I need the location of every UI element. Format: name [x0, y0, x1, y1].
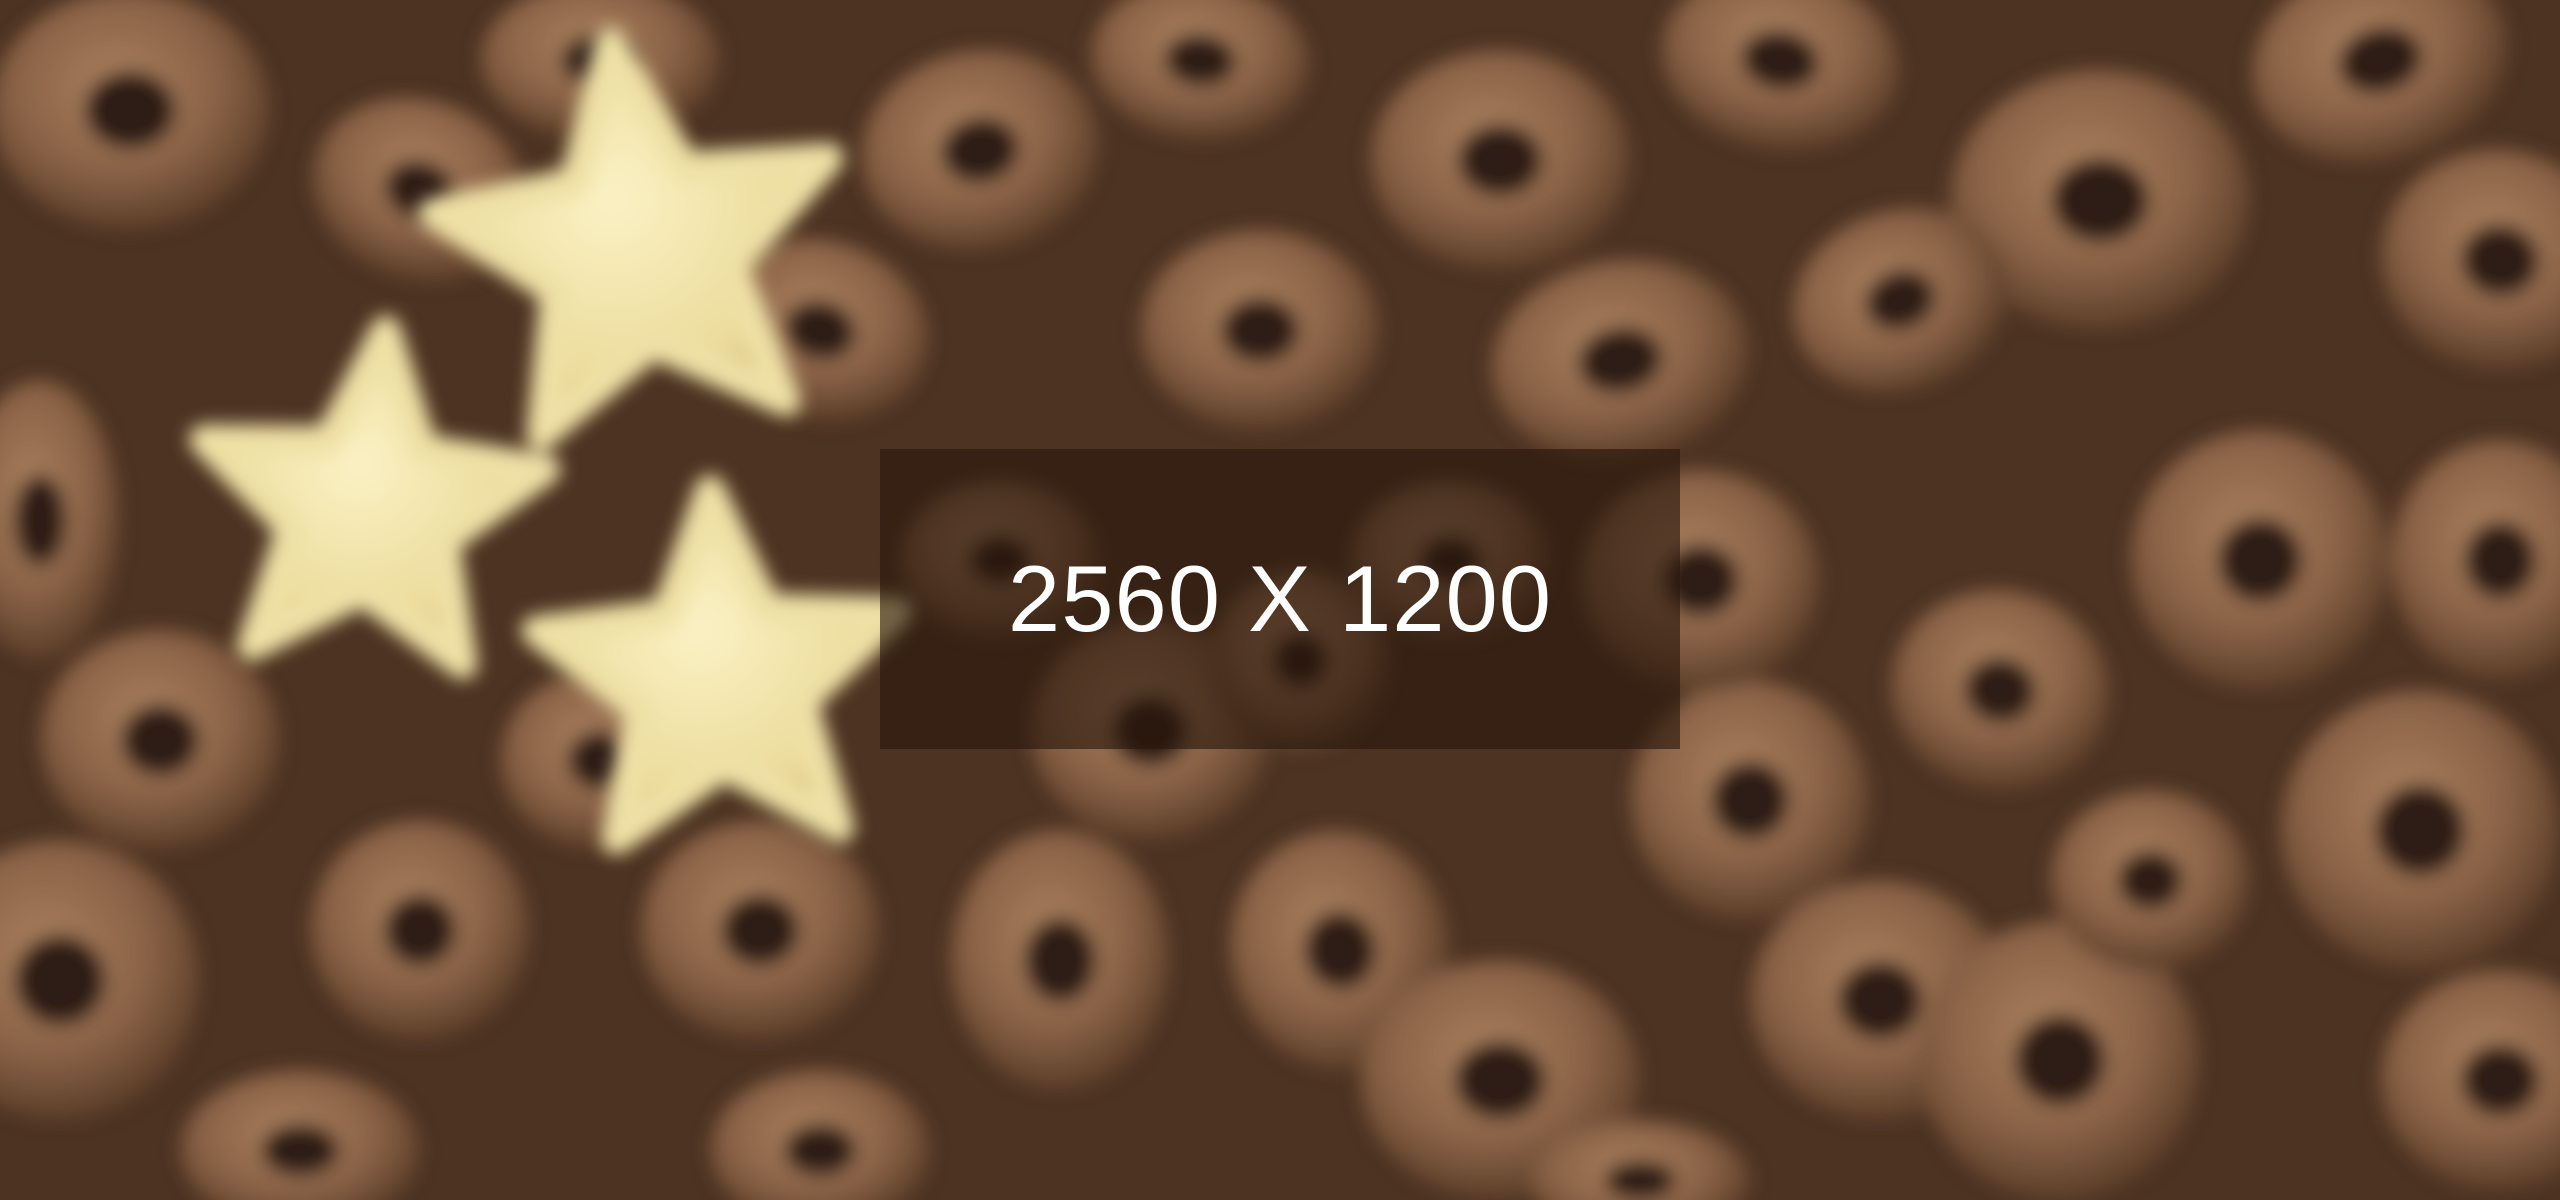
cereal-ring [640, 820, 880, 1040]
cereal-ring [40, 630, 280, 850]
dimension-overlay: 2560 X 1200 [880, 449, 1680, 749]
dimension-label: 2560 X 1200 [1007, 546, 1553, 651]
cereal-ring [950, 830, 1170, 1090]
cereal-ring [2050, 790, 2250, 970]
photo-canvas: 2560 X 1200 [0, 0, 2560, 1200]
cereal-ring [310, 820, 530, 1040]
cereal-ring [1370, 50, 1630, 270]
cereal-ring [2280, 690, 2560, 970]
cereal-ring [1140, 230, 1380, 430]
cereal-ring [2130, 430, 2390, 690]
